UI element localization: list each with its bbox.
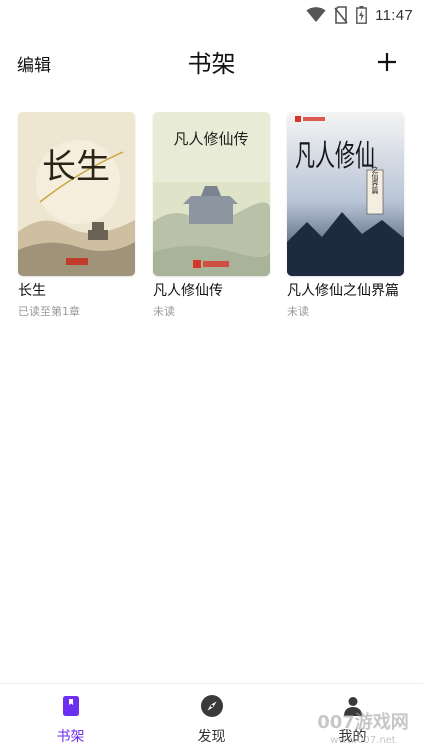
status-icons: 11:47: [306, 5, 413, 25]
wifi-icon: [306, 7, 326, 22]
nav-bookshelf[interactable]: 书架: [0, 684, 141, 752]
battery-charging-icon: [356, 6, 367, 24]
book-progress: 未读: [287, 305, 309, 318]
cover-subtitle-text: 之仙界篇: [371, 165, 379, 195]
book-icon: [62, 696, 79, 716]
book-title: 长生: [18, 283, 46, 299]
nav-label: 我的: [338, 729, 367, 745]
cover-title-text: 凡人修仙: [295, 139, 375, 174]
book-item[interactable]: 凡人修仙传 凡人修仙传 未读: [153, 112, 271, 319]
book-progress: 未读: [153, 305, 175, 318]
cover-title-text: 凡人修仙传: [173, 130, 248, 148]
cover-title-text: 长生: [42, 147, 110, 187]
status-time: 11:47: [375, 6, 413, 24]
edit-button[interactable]: 编辑: [17, 51, 51, 76]
book-title: 凡人修仙传: [153, 283, 223, 299]
book-cover[interactable]: 凡人修仙 之仙界篇: [287, 112, 404, 276]
nav-profile[interactable]: 我的: [282, 684, 423, 752]
book-item[interactable]: 凡人修仙 之仙界篇 凡人修仙之仙界篇 未读: [287, 112, 405, 319]
page-title: 书架: [187, 50, 236, 78]
plus-icon[interactable]: [375, 50, 399, 74]
status-bar: 11:47: [0, 0, 423, 30]
nav-discover[interactable]: 发现: [141, 684, 282, 752]
book-progress: 已读至第1章: [18, 305, 80, 318]
book-title: 凡人修仙之仙界篇: [287, 283, 399, 299]
compass-icon: [200, 695, 223, 717]
book-cover[interactable]: 凡人修仙传: [153, 112, 270, 276]
no-sim-icon: [334, 6, 348, 24]
nav-label: 书架: [56, 729, 85, 745]
book-item[interactable]: 长生 长生 已读至第1章: [18, 112, 136, 319]
bottom-nav: 书架 发现 我的: [0, 683, 423, 752]
person-icon: [343, 697, 362, 716]
header: 编辑 书架: [0, 38, 423, 86]
nav-label: 发现: [197, 729, 226, 745]
book-cover[interactable]: 长生: [18, 112, 135, 276]
